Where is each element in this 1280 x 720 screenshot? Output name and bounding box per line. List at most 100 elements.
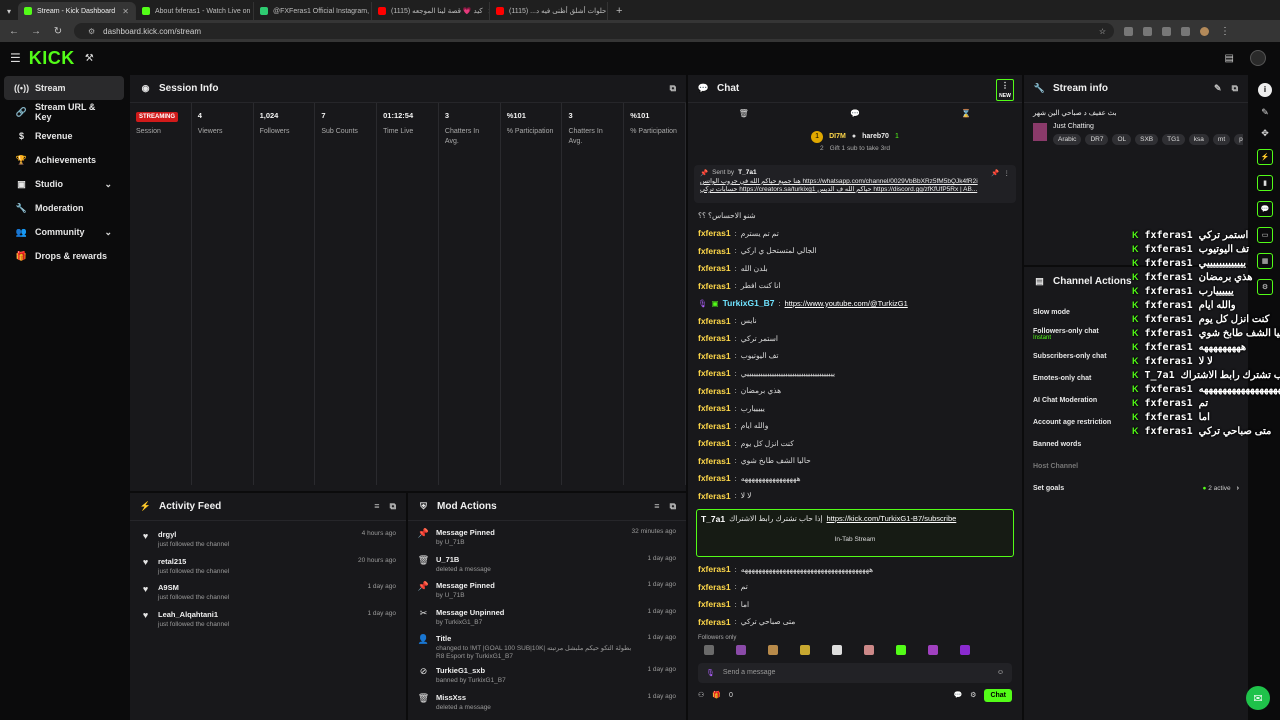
- extensions-puzzle-icon[interactable]: [1181, 26, 1190, 36]
- popout-icon[interactable]: ⧉: [670, 83, 676, 94]
- sidebar-item-stream-url-key[interactable]: 🔗 Stream URL & Key: [4, 100, 124, 124]
- stream-tag[interactable]: SXB: [1135, 134, 1159, 145]
- info-icon[interactable]: i: [1258, 83, 1272, 97]
- tab-menu-icon[interactable]: ▾: [0, 2, 18, 20]
- emote-icon[interactable]: [832, 644, 842, 655]
- stream-tag[interactable]: Arabic: [1053, 134, 1082, 145]
- chat-username[interactable]: fxferas1: [698, 281, 731, 291]
- chat-username[interactable]: fxferas1: [698, 316, 731, 326]
- emote-icon[interactable]: [928, 644, 938, 655]
- emote-icon[interactable]: [864, 644, 874, 655]
- chat-username[interactable]: fxferas1: [698, 263, 731, 273]
- stream-tag[interactable]: pi: [1234, 134, 1243, 145]
- sidebar-item-community[interactable]: 👥 Community ⌄: [4, 220, 124, 244]
- lightning-icon[interactable]: ⚡: [1257, 149, 1273, 165]
- chat-username[interactable]: TurkixG1_B7: [723, 298, 775, 308]
- mic-icon[interactable]: 🎙: [706, 669, 715, 677]
- kick-logo[interactable]: KICK: [29, 48, 75, 69]
- user-avatar[interactable]: [1250, 50, 1266, 66]
- extension-icon[interactable]: [1143, 26, 1152, 36]
- chat-username[interactable]: fxferas1: [698, 246, 731, 256]
- message-input[interactable]: 🎙 Send a message ☺: [698, 662, 1012, 683]
- browser-tab[interactable]: Stream - Kick Dashboard ✕: [18, 2, 136, 20]
- profile-avatar[interactable]: [1200, 26, 1209, 36]
- url-field[interactable]: ⚙ dashboard.kick.com/stream ☆: [74, 23, 1114, 39]
- chat-username[interactable]: fxferas1: [698, 491, 731, 501]
- emoji-icon[interactable]: ☺: [997, 669, 1004, 676]
- chat-bubble-icon[interactable]: 💬: [1257, 201, 1273, 217]
- chat-username[interactable]: fxferas1: [698, 473, 731, 483]
- browser-tab[interactable]: حلوات أشلق أظنى فيه د... (1115)✕: [490, 2, 608, 20]
- preview-icon[interactable]: ▤: [1225, 53, 1234, 64]
- browser-tab[interactable]: About fxferas1 - Watch Live on✕: [136, 2, 254, 20]
- popout-icon[interactable]: ⧉: [670, 501, 676, 512]
- back-icon[interactable]: ←: [8, 26, 20, 37]
- stream-tag[interactable]: ksa: [1188, 134, 1209, 145]
- emote-icon[interactable]: [704, 644, 714, 655]
- emote-icon[interactable]: [896, 644, 906, 655]
- users-icon[interactable]: ⚇: [698, 691, 704, 699]
- chat-username[interactable]: fxferas1: [698, 386, 731, 396]
- emote-icon[interactable]: [960, 644, 970, 655]
- filter-icon[interactable]: ≡: [374, 501, 379, 512]
- sidebar-item-achievements[interactable]: 🏆 Achievements: [4, 148, 124, 172]
- popout-icon[interactable]: ⧉: [1232, 83, 1238, 94]
- stream-tag[interactable]: DR7: [1085, 134, 1109, 145]
- activity-user[interactable]: drgyl: [158, 530, 229, 539]
- chat-username[interactable]: fxferas1: [698, 438, 731, 448]
- activity-user[interactable]: retal215: [158, 557, 229, 566]
- hourglass-icon[interactable]: ⌛: [961, 109, 971, 118]
- chat-username[interactable]: fxferas1: [698, 351, 731, 361]
- chat-username[interactable]: fxferas1: [698, 368, 731, 378]
- tab-close-icon[interactable]: ✕: [122, 7, 129, 16]
- stream-tag[interactable]: TG1: [1162, 134, 1185, 145]
- site-info-icon[interactable]: ⚙: [88, 27, 95, 36]
- sidebar-item-stream[interactable]: ((•)) Stream: [4, 76, 124, 100]
- filter-icon[interactable]: ≡: [654, 501, 659, 512]
- bookmark-star-icon[interactable]: ☆: [1099, 27, 1106, 36]
- sidebar-item-studio[interactable]: ▣ Studio ⌄: [4, 172, 124, 196]
- extension-icon[interactable]: [1162, 26, 1171, 36]
- chat-settings-button[interactable]: ⋮ NEW: [996, 79, 1014, 101]
- activity-user[interactable]: A9SM: [158, 583, 229, 592]
- gift-icon[interactable]: 🎁: [712, 691, 721, 699]
- forward-icon[interactable]: →: [30, 26, 42, 37]
- chat-username[interactable]: fxferas1: [698, 333, 731, 343]
- chat-username[interactable]: fxferas1: [698, 403, 731, 413]
- chat-username[interactable]: fxferas1: [698, 582, 731, 592]
- pinned-message[interactable]: 📌 Sent by T_7a1 📌 ⋮ هنا جميع حياكم الله …: [694, 165, 1016, 203]
- trash-icon[interactable]: 🗑: [739, 109, 749, 118]
- chat-username[interactable]: fxferas1: [698, 617, 731, 627]
- emote-icon[interactable]: [736, 644, 746, 655]
- hamburger-menu-icon[interactable]: ☰: [10, 51, 21, 65]
- chat-bubble-icon[interactable]: 💬: [850, 109, 860, 118]
- emote-icon[interactable]: [768, 644, 778, 655]
- in-tab-stream-label[interactable]: In-Tab Stream: [701, 536, 1009, 543]
- chat-username[interactable]: fxferas1: [698, 599, 731, 609]
- card-icon[interactable]: ▮: [1257, 175, 1273, 191]
- more-options-icon[interactable]: ⋮: [1004, 169, 1011, 177]
- hammer-icon[interactable]: ⚒: [85, 53, 94, 64]
- chat-bubble-icon[interactable]: 💬: [953, 691, 962, 699]
- popout-icon[interactable]: ⧉: [390, 501, 396, 512]
- crosshair-icon[interactable]: ✥: [1261, 128, 1269, 139]
- unpin-icon[interactable]: 📌: [991, 169, 999, 177]
- chat-link[interactable]: https://www.youtube.com/@TurkizG1: [785, 299, 908, 308]
- send-chat-button[interactable]: Chat: [984, 688, 1012, 702]
- reload-icon[interactable]: ↻: [52, 26, 64, 37]
- channel-action-row[interactable]: Set goals ● 2 active ›: [1024, 477, 1248, 499]
- chat-username[interactable]: fxferas1: [698, 421, 731, 431]
- chat-link[interactable]: https://kick.com/TurkixG1-B7/subscribe: [827, 514, 957, 523]
- sidebar-item-revenue[interactable]: $ Revenue: [4, 124, 124, 148]
- edit-pencil-icon[interactable]: ✎: [1214, 83, 1222, 94]
- chat-username[interactable]: fxferas1: [698, 456, 731, 466]
- stream-tag[interactable]: mt: [1212, 134, 1231, 145]
- browser-menu-icon[interactable]: ⋮: [1219, 26, 1231, 37]
- sidebar-item-drops-rewards[interactable]: 🎁 Drops & rewards: [4, 244, 124, 268]
- activity-user[interactable]: Leah_Alqahtani1: [158, 610, 229, 619]
- new-tab-button[interactable]: +: [608, 2, 630, 20]
- browser-tab[interactable]: كيد 💗 قصة لينا الموجعه (1115)✕: [372, 2, 490, 20]
- edit-pencil-icon[interactable]: ✎: [1261, 107, 1269, 118]
- help-chat-button[interactable]: ✉: [1246, 686, 1270, 710]
- stream-tag[interactable]: OL: [1112, 134, 1132, 145]
